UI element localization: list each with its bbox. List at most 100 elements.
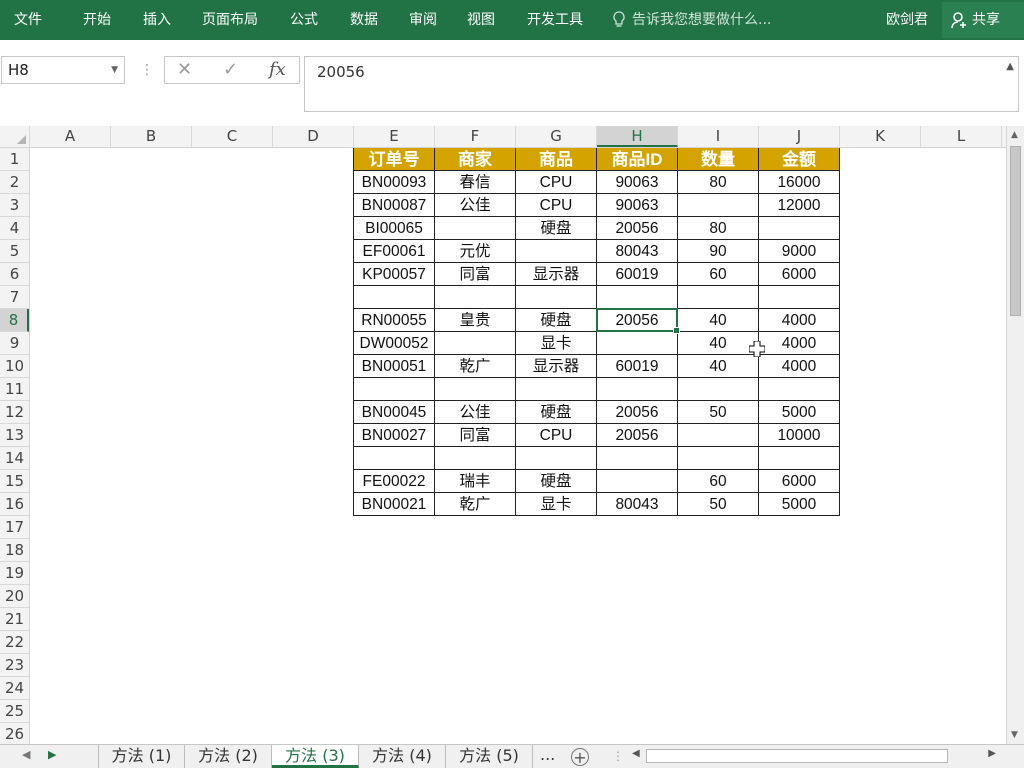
- scroll-left-icon[interactable]: ◀: [632, 748, 640, 759]
- table-cell[interactable]: 显卡: [516, 493, 597, 516]
- table-cell[interactable]: [759, 447, 840, 470]
- table-header-cell[interactable]: 商品: [516, 148, 597, 171]
- table-header-cell[interactable]: 商家: [435, 148, 516, 171]
- row-header-16[interactable]: 16: [0, 493, 29, 516]
- chevron-down-icon[interactable]: ▼: [111, 57, 118, 83]
- tab-home[interactable]: 开始: [83, 0, 111, 40]
- table-cell[interactable]: [678, 378, 759, 401]
- table-cell[interactable]: [516, 447, 597, 470]
- sheet-tab[interactable]: 方法 (1): [98, 745, 185, 768]
- table-cell[interactable]: 40: [678, 309, 759, 332]
- table-cell[interactable]: [678, 194, 759, 217]
- table-cell[interactable]: BN00087: [354, 194, 435, 217]
- sheet-tab-active[interactable]: 方法 (3): [272, 745, 359, 768]
- tab-developer[interactable]: 开发工具: [527, 0, 583, 40]
- table-cell[interactable]: [759, 378, 840, 401]
- horizontal-scroll-thumb[interactable]: [646, 749, 948, 763]
- column-header-h[interactable]: H: [597, 126, 678, 147]
- table-cell[interactable]: 4000: [759, 332, 840, 355]
- sheet-tab[interactable]: 方法 (5): [446, 745, 533, 768]
- table-cell[interactable]: 乾广: [435, 355, 516, 378]
- row-header-22[interactable]: 22: [0, 631, 29, 654]
- row-header-23[interactable]: 23: [0, 654, 29, 677]
- table-header-cell[interactable]: 订单号: [354, 148, 435, 171]
- column-header-a[interactable]: A: [30, 126, 111, 147]
- table-cell[interactable]: 16000: [759, 171, 840, 194]
- name-box[interactable]: H8 ▼: [1, 56, 125, 84]
- row-header-4[interactable]: 4: [0, 217, 29, 240]
- table-cell[interactable]: 4000: [759, 309, 840, 332]
- table-cell[interactable]: BN00021: [354, 493, 435, 516]
- row-header-26[interactable]: 26: [0, 723, 29, 744]
- table-cell[interactable]: 同富: [435, 424, 516, 447]
- row-header-6[interactable]: 6: [0, 263, 29, 286]
- table-cell[interactable]: CPU: [516, 194, 597, 217]
- table-cell[interactable]: [597, 378, 678, 401]
- tab-insert[interactable]: 插入: [143, 0, 171, 40]
- row-header-18[interactable]: 18: [0, 539, 29, 562]
- table-cell[interactable]: [435, 286, 516, 309]
- table-cell[interactable]: [759, 286, 840, 309]
- sheet-tab[interactable]: 方法 (4): [359, 745, 446, 768]
- column-header-j[interactable]: J: [759, 126, 840, 147]
- column-header-d[interactable]: D: [273, 126, 354, 147]
- add-sheet-button[interactable]: +: [571, 748, 589, 766]
- row-header-13[interactable]: 13: [0, 424, 29, 447]
- table-cell[interactable]: FE00022: [354, 470, 435, 493]
- table-cell[interactable]: [678, 424, 759, 447]
- row-header-14[interactable]: 14: [0, 447, 29, 470]
- insert-function-icon[interactable]: fx: [269, 59, 286, 80]
- table-cell[interactable]: [597, 447, 678, 470]
- more-sheets-button[interactable]: ...: [540, 745, 555, 764]
- table-cell[interactable]: 80: [678, 171, 759, 194]
- table-cell[interactable]: 60019: [597, 355, 678, 378]
- table-cell[interactable]: [354, 286, 435, 309]
- vertical-scroll-thumb[interactable]: [1010, 146, 1021, 316]
- table-cell[interactable]: BN00051: [354, 355, 435, 378]
- column-header-k[interactable]: K: [840, 126, 921, 147]
- table-cell[interactable]: 同富: [435, 263, 516, 286]
- table-cell[interactable]: 9000: [759, 240, 840, 263]
- table-cell[interactable]: 4000: [759, 355, 840, 378]
- table-cell[interactable]: [354, 447, 435, 470]
- table-cell[interactable]: [435, 332, 516, 355]
- row-header-5[interactable]: 5: [0, 240, 29, 263]
- row-header-9[interactable]: 9: [0, 332, 29, 355]
- column-header-f[interactable]: F: [435, 126, 516, 147]
- tab-formulas[interactable]: 公式: [290, 0, 318, 40]
- table-cell[interactable]: 60: [678, 263, 759, 286]
- table-cell[interactable]: DW00052: [354, 332, 435, 355]
- table-header-cell[interactable]: 数量: [678, 148, 759, 171]
- table-cell[interactable]: 硬盘: [516, 401, 597, 424]
- row-header-3[interactable]: 3: [0, 194, 29, 217]
- table-cell[interactable]: [597, 286, 678, 309]
- table-cell[interactable]: 公佳: [435, 401, 516, 424]
- table-cell[interactable]: 40: [678, 332, 759, 355]
- table-cell[interactable]: [516, 378, 597, 401]
- row-header-11[interactable]: 11: [0, 378, 29, 401]
- column-header-e[interactable]: E: [354, 126, 435, 147]
- row-header-20[interactable]: 20: [0, 585, 29, 608]
- row-header-8[interactable]: 8: [0, 309, 29, 332]
- table-cell[interactable]: 90063: [597, 194, 678, 217]
- table-cell[interactable]: BN00093: [354, 171, 435, 194]
- table-cell[interactable]: 90: [678, 240, 759, 263]
- table-cell[interactable]: 60: [678, 470, 759, 493]
- table-cell[interactable]: 20056: [597, 424, 678, 447]
- table-cell[interactable]: 5000: [759, 493, 840, 516]
- user-name[interactable]: 欧剑君: [886, 0, 928, 40]
- tab-review[interactable]: 审阅: [409, 0, 437, 40]
- row-header-17[interactable]: 17: [0, 516, 29, 539]
- table-cell[interactable]: [597, 470, 678, 493]
- row-header-12[interactable]: 12: [0, 401, 29, 424]
- table-cell[interactable]: 显卡: [516, 332, 597, 355]
- row-header-24[interactable]: 24: [0, 677, 29, 700]
- table-header-cell[interactable]: 金额: [759, 148, 840, 171]
- table-cell[interactable]: [678, 447, 759, 470]
- table-cell[interactable]: 80: [678, 217, 759, 240]
- share-button[interactable]: 共享: [942, 2, 1024, 38]
- row-header-21[interactable]: 21: [0, 608, 29, 631]
- table-cell[interactable]: 90063: [597, 171, 678, 194]
- column-header-i[interactable]: I: [678, 126, 759, 147]
- table-cell[interactable]: 20056: [597, 401, 678, 424]
